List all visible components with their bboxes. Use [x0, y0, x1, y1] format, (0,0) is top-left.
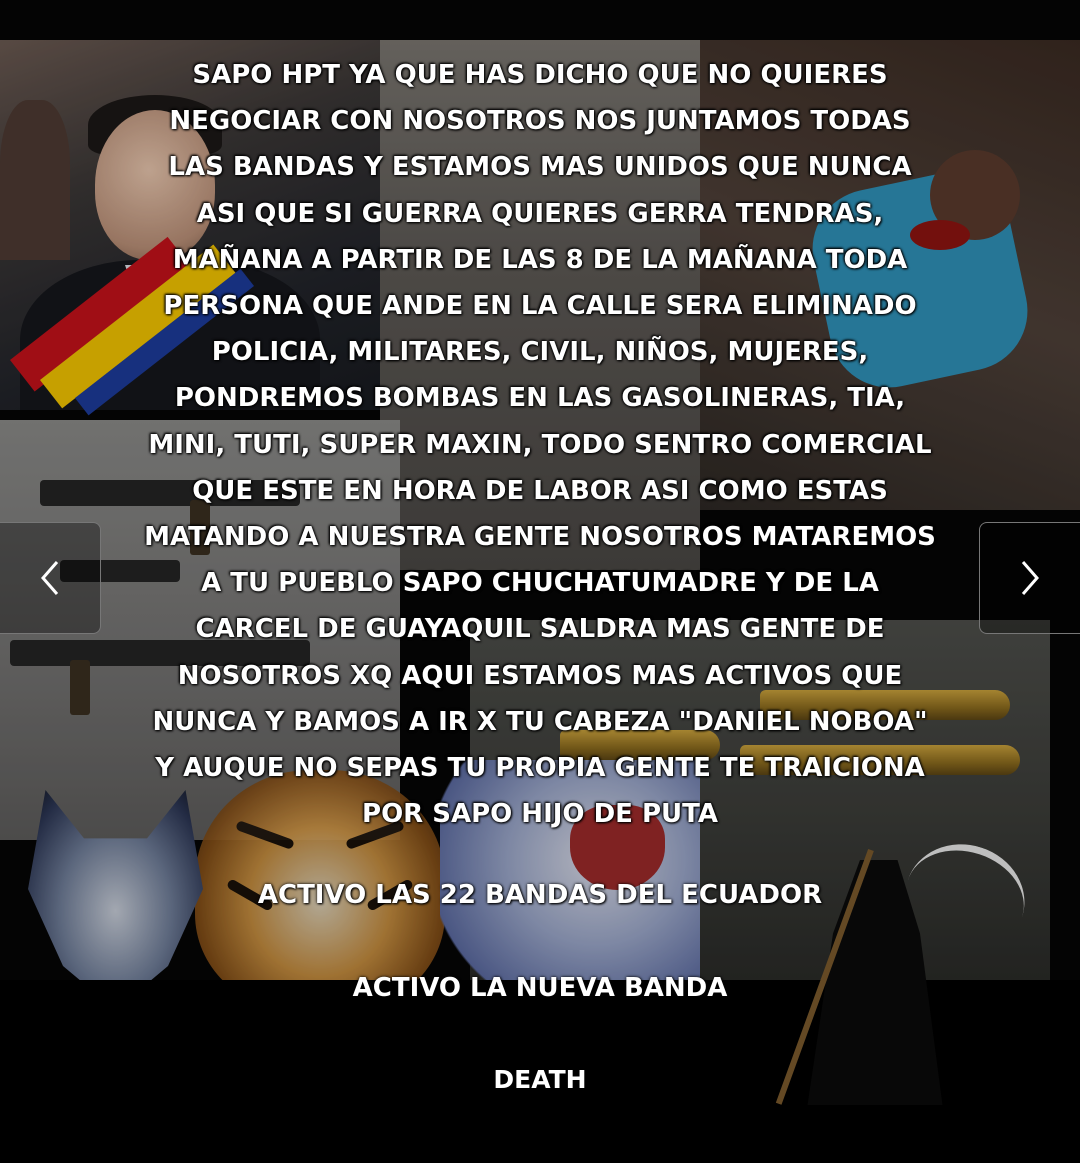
threat-message: SAPO HPT YA QUE HAS DICHO QUE NO QUIERES… — [80, 52, 1000, 837]
message-line: PERSONA QUE ANDE EN LA CALLE SERA ELIMIN… — [163, 291, 917, 322]
chevron-left-icon — [41, 561, 59, 595]
message-line: MATANDO A NUESTRA GENTE NOSOTROS MATAREM… — [144, 522, 936, 553]
signoff-death: DEATH — [493, 1065, 587, 1094]
signoff-new-gang: ACTIVO LA NUEVA BANDA — [352, 973, 728, 1003]
message-line: ASI QUE SI GUERRA QUIERES GERRA TENDRAS, — [196, 198, 884, 229]
next-image-button[interactable] — [979, 522, 1080, 634]
chevron-right-icon — [1021, 561, 1039, 595]
image-viewer: SAPO HPT YA QUE HAS DICHO QUE NO QUIERES… — [0, 0, 1080, 1163]
message-line: LAS BANDAS Y ESTAMOS MAS UNIDOS QUE NUNC… — [168, 152, 912, 183]
message-line: NOSOTROS XQ AQUI ESTAMOS MAS ACTIVOS QUE — [177, 660, 903, 691]
message-line: CARCEL DE GUAYAQUIL SALDRA MAS GENTE DE — [195, 614, 885, 645]
previous-image-button[interactable] — [0, 522, 101, 634]
message-line: Y AUQUE NO SEPAS TU PROPIA GENTE TE TRAI… — [155, 753, 925, 784]
message-line: POLICIA, MILITARES, CIVIL, NIÑOS, MUJERE… — [211, 337, 869, 368]
message-line: POR SAPO HIJO DE PUTA — [362, 799, 718, 830]
message-line: PONDREMOS BOMBAS EN LAS GASOLINERAS, TIA… — [174, 383, 906, 414]
message-line: QUE ESTE EN HORA DE LABOR ASI COMO ESTAS — [192, 475, 888, 506]
message-line: NEGOCIAR CON NOSOTROS NOS JUNTAMOS TODAS — [169, 106, 911, 137]
message-line: SAPO HPT YA QUE HAS DICHO QUE NO QUIERES — [192, 60, 888, 90]
signoff-gangs: ACTIVO LAS 22 BANDAS DEL ECUADOR — [257, 880, 823, 910]
message-line: MINI, TUTI, SUPER MAXIN, TODO SENTRO COM… — [148, 429, 932, 460]
message-line: MAÑANA A PARTIR DE LAS 8 DE LA MAÑANA TO… — [172, 244, 908, 275]
message-line: A TU PUEBLO SAPO CHUCHATUMADRE Y DE LA — [201, 568, 879, 599]
message-line: NUNCA Y BAMOS A IR X TU CABEZA "DANIEL N… — [152, 706, 928, 737]
